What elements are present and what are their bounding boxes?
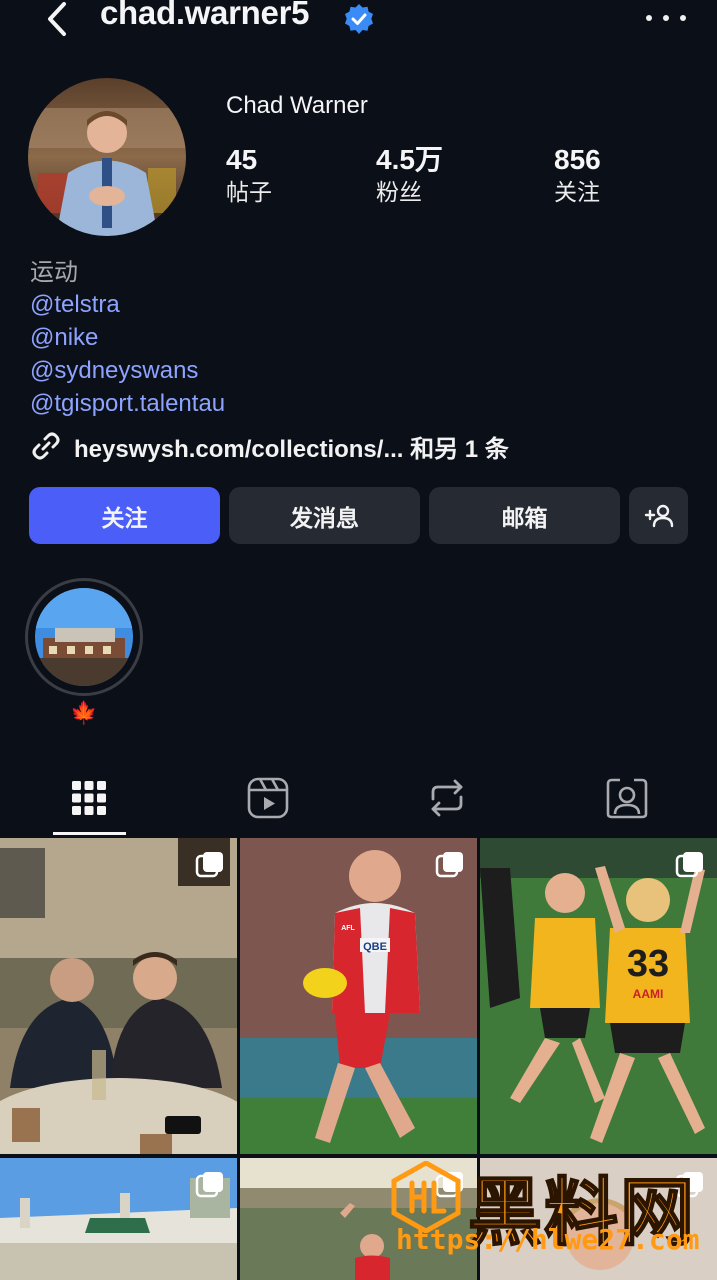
post-jersey-text: QBE AFL (341, 925, 387, 953)
back-button[interactable] (40, 0, 74, 38)
post-tile[interactable]: 33 AAMI (480, 838, 717, 1154)
profile-display-name: Chad Warner (226, 92, 368, 119)
stat-followers[interactable]: 4.5万 粉丝 (376, 143, 443, 207)
more-dot (680, 15, 686, 21)
top-bar: chad.warner5 (0, 0, 717, 40)
stat-posts-count: 45 (226, 144, 258, 175)
stat-following-count: 856 (554, 144, 601, 175)
bio-mention-tgisport[interactable]: @tgisport.talentau (30, 388, 225, 420)
highlight-photo (35, 588, 133, 686)
suggest-users-button[interactable] (629, 487, 688, 544)
profile-username: chad.warner5 (100, 0, 310, 31)
tab-reposts[interactable] (397, 760, 497, 836)
avatar-photo (28, 78, 186, 236)
story-highlight[interactable] (25, 578, 143, 696)
tab-posts[interactable] (39, 760, 139, 836)
bio-mention-sydneyswans[interactable]: @sydneyswans (30, 355, 198, 387)
more-options-button[interactable] (646, 10, 686, 26)
bio-mention-nike[interactable]: @nike (30, 322, 98, 354)
site-watermark: 黑料网 https://hlwe27.com (390, 1155, 710, 1273)
carousel-icon (195, 1172, 223, 1198)
jersey-number: 33 (627, 943, 669, 985)
email-button[interactable]: 邮箱 (429, 487, 620, 544)
stat-following[interactable]: 856 关注 (554, 143, 601, 207)
post-tile[interactable] (0, 1158, 237, 1280)
stat-followers-count: 4.5万 (376, 144, 443, 175)
verified-badge-icon (345, 4, 373, 34)
stat-posts[interactable]: 45 帖子 (226, 143, 272, 207)
jersey-league: AFL (341, 925, 355, 932)
carousel-icon (195, 852, 223, 878)
reels-icon (247, 777, 289, 819)
add-person-icon (644, 504, 673, 527)
highlight-label: 🍁 (70, 700, 98, 725)
tab-reels[interactable] (218, 760, 318, 836)
chevron-left-icon (48, 2, 66, 36)
grid-icon (72, 781, 106, 815)
repost-icon (431, 779, 463, 817)
post-tile[interactable]: QBE AFL (240, 838, 477, 1154)
stat-followers-label: 粉丝 (376, 179, 422, 205)
jersey-sponsor: QBE (363, 941, 387, 953)
tab-tagged[interactable] (577, 760, 677, 836)
more-dot (663, 15, 669, 21)
stat-posts-label: 帖子 (226, 179, 272, 205)
bio-link-text: heyswysh.com/collections/... 和另 1 条 (74, 435, 509, 463)
post-tile[interactable] (0, 838, 237, 1154)
post-jersey-number: 33 AAMI (627, 943, 669, 1001)
profile-tabs (0, 760, 717, 836)
message-button[interactable]: 发消息 (229, 487, 420, 544)
follow-button[interactable]: 关注 (29, 487, 220, 544)
tagged-person-icon (606, 778, 648, 819)
bio-mention-telstra[interactable]: @telstra (30, 289, 120, 321)
profile-avatar[interactable] (28, 78, 186, 236)
active-tab-indicator (53, 832, 126, 835)
bio-external-link[interactable]: heyswysh.com/collections/... 和另 1 条 (30, 429, 509, 463)
stat-following-label: 关注 (554, 179, 600, 205)
highlight-thumbnail (35, 588, 133, 686)
watermark-url: https://hlwe27.com (396, 1223, 700, 1256)
link-icon (32, 432, 60, 460)
bio-category: 运动 (30, 259, 78, 286)
more-dot (646, 15, 652, 21)
jersey-sleeve-sponsor: AAMI (633, 987, 664, 1001)
post-photo-dinner (0, 838, 237, 1154)
